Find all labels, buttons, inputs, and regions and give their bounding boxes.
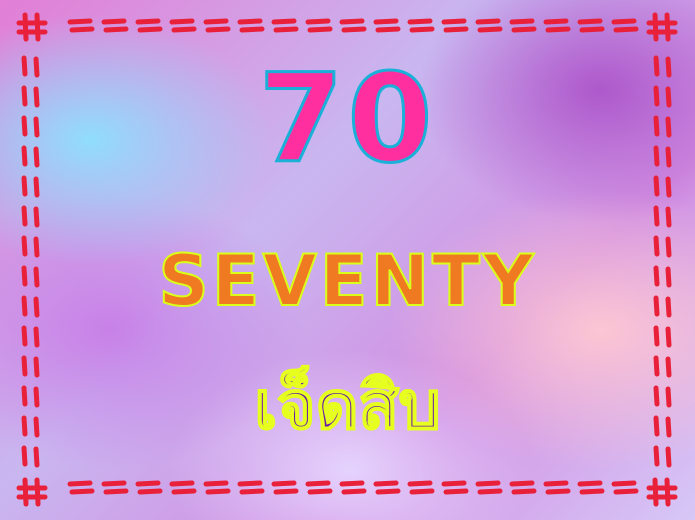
border-dash (237, 480, 263, 487)
border-dash (69, 488, 95, 495)
border-dash (577, 480, 603, 487)
border-dash (21, 175, 28, 197)
border-dash (511, 488, 537, 495)
border-dash (135, 18, 161, 25)
border-dash (613, 26, 639, 33)
border-dash (477, 26, 503, 33)
border-dash (511, 26, 537, 33)
border-dash (407, 18, 433, 25)
border-dash (307, 488, 333, 495)
border-dash (22, 477, 29, 507)
border-dash (475, 480, 501, 487)
border-dash (103, 488, 129, 495)
border-dash (443, 26, 469, 33)
border-dash (137, 488, 163, 495)
border-dash (613, 488, 639, 495)
border-dash (239, 26, 265, 33)
border-dash (664, 12, 671, 42)
border-dash (305, 18, 331, 25)
border-dash (271, 480, 297, 487)
border-dash (475, 18, 501, 25)
border-dash (579, 488, 605, 495)
border-dash (409, 26, 435, 33)
border-dash (443, 488, 469, 495)
border-dash (101, 480, 127, 487)
border-dash (171, 488, 197, 495)
flashcard: 70 SEVENTY เจ็ดสิบ (0, 0, 695, 520)
border-dash (665, 206, 672, 228)
border-dash (171, 26, 197, 33)
border-dash (611, 480, 637, 487)
border-dash (477, 488, 503, 495)
border-dash (101, 18, 127, 25)
border-dash (21, 205, 28, 227)
border-dash (307, 26, 333, 33)
border-dash (509, 480, 535, 487)
border-dash (373, 18, 399, 25)
border-dash (21, 445, 28, 467)
border-dash (665, 446, 672, 468)
border-dash (664, 477, 671, 507)
border-dash (137, 26, 163, 33)
border-dash (33, 176, 40, 198)
border-dash (543, 18, 569, 25)
border-dash (237, 18, 263, 25)
border-dash (407, 480, 433, 487)
border-dash (33, 446, 40, 468)
border-dash (239, 488, 265, 495)
border-dash (579, 26, 605, 33)
border-dash (203, 480, 229, 487)
border-dash (665, 326, 672, 348)
border-dash (577, 18, 603, 25)
border-dash (543, 480, 569, 487)
border-dash (373, 480, 399, 487)
border-dash (103, 26, 129, 33)
border-dash (271, 18, 297, 25)
border-dash (305, 480, 331, 487)
border-dash (375, 488, 401, 495)
border-dash (205, 488, 231, 495)
border-dash (653, 445, 660, 467)
english-word: SEVENTY (157, 240, 537, 322)
border-dash (273, 488, 299, 495)
border-dash (69, 26, 95, 33)
border-dash (652, 12, 659, 42)
border-dash (169, 480, 195, 487)
border-dash (21, 325, 28, 347)
border-dash (441, 18, 467, 25)
border-dash (203, 18, 229, 25)
border-dash (653, 175, 660, 197)
border-dash (653, 205, 660, 227)
border-dash (339, 18, 365, 25)
border-dash (205, 26, 231, 33)
border-dash (611, 18, 637, 25)
border-dash (33, 206, 40, 228)
border-dash (653, 325, 660, 347)
border-dash (67, 18, 93, 25)
border-dash (409, 488, 435, 495)
border-dash (652, 477, 659, 507)
number-text: 70 (257, 48, 437, 190)
border-dash (339, 480, 365, 487)
border-dash (341, 26, 367, 33)
border-dash (441, 480, 467, 487)
border-dash (135, 480, 161, 487)
border-dash (34, 12, 41, 42)
border-dash (545, 26, 571, 33)
border-dash (341, 488, 367, 495)
border-dash (665, 176, 672, 198)
border-dash (273, 26, 299, 33)
border-dash (545, 488, 571, 495)
border-dash (67, 480, 93, 487)
border-dash (509, 18, 535, 25)
border-dash (33, 326, 40, 348)
thai-word: เจ็ดสิบ (253, 367, 441, 444)
border-dash (22, 12, 29, 42)
border-dash (34, 477, 41, 507)
border-dash (169, 18, 195, 25)
border-dash (375, 26, 401, 33)
